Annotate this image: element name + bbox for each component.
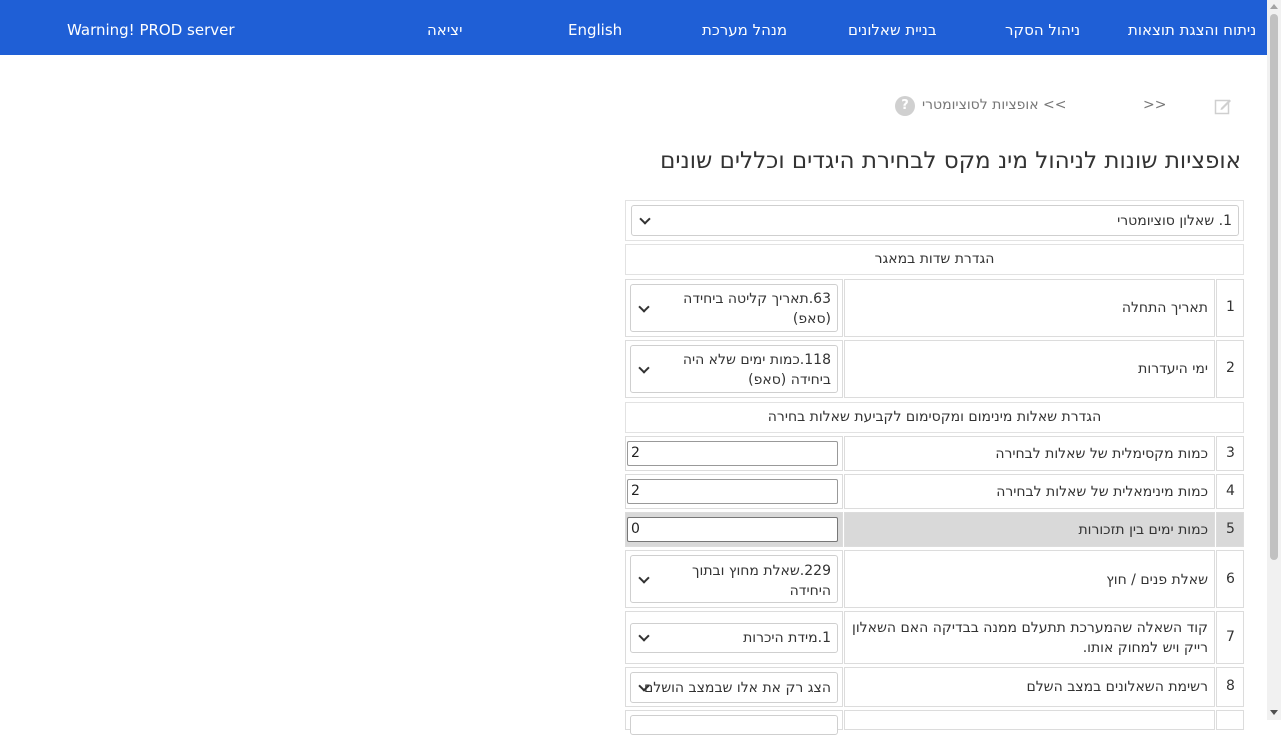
select-value: 1.מידת היכרות: [743, 630, 831, 646]
chevron-down-icon: [638, 301, 650, 313]
chevron-down-icon: [639, 213, 651, 225]
scroll-up-arrow-icon[interactable]: [1270, 4, 1278, 9]
section-header-db-fields: הגדרת שדות במאגר: [625, 244, 1244, 275]
row-number: 5: [1226, 521, 1235, 537]
row-label-line1: קוד השאלה שהמערכת תתעלם ממנה בבדיקה האם …: [852, 620, 1208, 636]
max-questions-input[interactable]: 2: [627, 441, 838, 466]
server-warning: Warning! PROD server: [67, 21, 235, 39]
questionnaire-select-value: 1. שאלון סוציומטרי: [1117, 213, 1232, 229]
section-header-min-max: הגדרת שאלות מינימום ומקסימום לקביעת שאלו…: [625, 402, 1244, 433]
row-label: כמות מקסימלית של שאלות לבחירה: [995, 446, 1208, 462]
breadcrumb-current: >> אופציות לסוציומטרי: [922, 97, 1067, 113]
row-value-cell: 0: [625, 512, 843, 547]
section-title: הגדרת שאלות מינימום ומקסימום לקביעת שאלו…: [767, 409, 1102, 425]
row-number-cell: 7: [1216, 611, 1244, 664]
nav-survey-management[interactable]: ניהול הסקר: [1005, 0, 1080, 55]
page-scrollbar[interactable]: [1267, 0, 1281, 720]
row-label: תאריך התחלה: [1121, 300, 1208, 316]
row-value-cell: 1.מידת היכרות: [625, 611, 843, 664]
select-value-line1: 118.כמות ימים שלא היה: [682, 352, 831, 368]
row-label-cell: קוד השאלה שהמערכת תתעלם ממנה בבדיקה האם …: [844, 611, 1215, 664]
top-navbar: ניתוח והצגת תוצאות ניהול הסקר בניית שאלו…: [0, 0, 1267, 55]
help-icon[interactable]: ?: [895, 96, 915, 116]
start-date-select[interactable]: 63.תאריך קליטה ביחידה (סאפ): [630, 284, 838, 332]
row-value-cell: 2: [625, 436, 843, 471]
min-questions-input[interactable]: 2: [627, 479, 838, 504]
row-label: כמות ימים בין תזכורות: [1078, 522, 1208, 538]
row-label: ימי היעדרות: [1138, 361, 1208, 377]
row-label-cell: כמות מינימאלית של שאלות לבחירה: [844, 474, 1215, 509]
row-label-cell: כמות ימים בין תזכורות: [844, 512, 1215, 547]
chevron-down-icon: [638, 572, 650, 584]
select-value-line2: היחידה: [789, 583, 831, 599]
row-label: כמות מינימאלית של שאלות לבחירה: [996, 484, 1208, 500]
row-label: שאלת פנים / חוץ: [1106, 572, 1208, 588]
nav-build-questionnaires[interactable]: בניית שאלונים: [848, 0, 937, 55]
select-value-line1: 229.שאלת מחוץ ובתוך: [692, 563, 831, 579]
chevron-down-icon: [638, 362, 650, 374]
absence-days-select[interactable]: 118.כמות ימים שלא היה ביחידה (סאפ): [630, 345, 838, 393]
row-number: 3: [1226, 445, 1235, 461]
row-value-cell: 63.תאריך קליטה ביחידה (סאפ): [625, 279, 843, 337]
row-number-cell: 6: [1216, 550, 1244, 608]
reminder-days-input[interactable]: 0: [627, 517, 838, 542]
row-value-cell: 2: [625, 474, 843, 509]
completed-list-select[interactable]: הצג רק את אלו שבמצב הושלם: [630, 672, 838, 703]
row-number-cell: 5: [1216, 512, 1244, 547]
row-label-cell: שאלת פנים / חוץ: [844, 550, 1215, 608]
select-value-line1: 63.תאריך קליטה ביחידה: [683, 291, 831, 307]
scroll-thumb[interactable]: [1270, 14, 1278, 560]
nav-analysis[interactable]: ניתוח והצגת תוצאות: [1128, 0, 1256, 55]
nav-admin[interactable]: מנהל מערכת: [702, 0, 787, 55]
row-value-cell: 118.כמות ימים שלא היה ביחידה (סאפ): [625, 340, 843, 398]
row-label-cell: רשימת השאלונים במצב השלם: [844, 667, 1215, 707]
row-number-cell: 3: [1216, 436, 1244, 471]
nav-logout[interactable]: יציאה: [427, 0, 462, 55]
next-row-select[interactable]: [630, 715, 838, 735]
select-value-line2: ביחידה (סאפ): [748, 372, 831, 388]
ignore-question-select[interactable]: 1.מידת היכרות: [630, 623, 838, 653]
edit-icon[interactable]: [1214, 97, 1232, 119]
row-number: 4: [1226, 483, 1235, 499]
select-value-line2: (סאפ): [792, 311, 831, 327]
row-label-cell: ימי היעדרות: [844, 340, 1215, 398]
row-number-cell: 2: [1216, 340, 1244, 398]
row-label-cell: [844, 710, 1215, 730]
page-title: אופציות שונות לניהול מינ מקס לבחירת היגד…: [660, 148, 1241, 174]
row-label-line2: רייק ויש למחוק אותו.: [1082, 640, 1208, 656]
row-value-cell: הצג רק את אלו שבמצב הושלם: [625, 667, 843, 707]
row-value-cell: 229.שאלת מחוץ ובתוך היחידה: [625, 550, 843, 608]
row-number: 1: [1226, 299, 1235, 315]
questionnaire-select[interactable]: 1. שאלון סוציומטרי: [631, 205, 1239, 236]
row-number-cell: [1216, 710, 1244, 730]
row-number: 2: [1226, 360, 1235, 376]
breadcrumb-back[interactable]: >>: [1143, 97, 1166, 113]
row-number: 6: [1226, 571, 1235, 587]
row-number: 8: [1226, 678, 1235, 694]
scroll-down-arrow-icon[interactable]: [1270, 710, 1278, 715]
nav-language-english[interactable]: English: [568, 0, 622, 55]
row-value-cell: [625, 710, 843, 735]
row-number-cell: 1: [1216, 279, 1244, 337]
row-label-cell: תאריך התחלה: [844, 279, 1215, 337]
questionnaire-select-container: 1. שאלון סוציומטרי: [625, 200, 1244, 241]
inside-outside-select[interactable]: 229.שאלת מחוץ ובתוך היחידה: [630, 555, 838, 603]
row-number-cell: 4: [1216, 474, 1244, 509]
row-label-cell: כמות מקסימלית של שאלות לבחירה: [844, 436, 1215, 471]
section-title: הגדרת שדות במאגר: [874, 251, 995, 267]
select-value: הצג רק את אלו שבמצב הושלם: [643, 680, 831, 696]
row-number-cell: 8: [1216, 667, 1244, 707]
row-label: רשימת השאלונים במצב השלם: [1026, 679, 1208, 695]
chevron-down-icon: [638, 630, 650, 642]
row-number: 7: [1226, 629, 1235, 645]
